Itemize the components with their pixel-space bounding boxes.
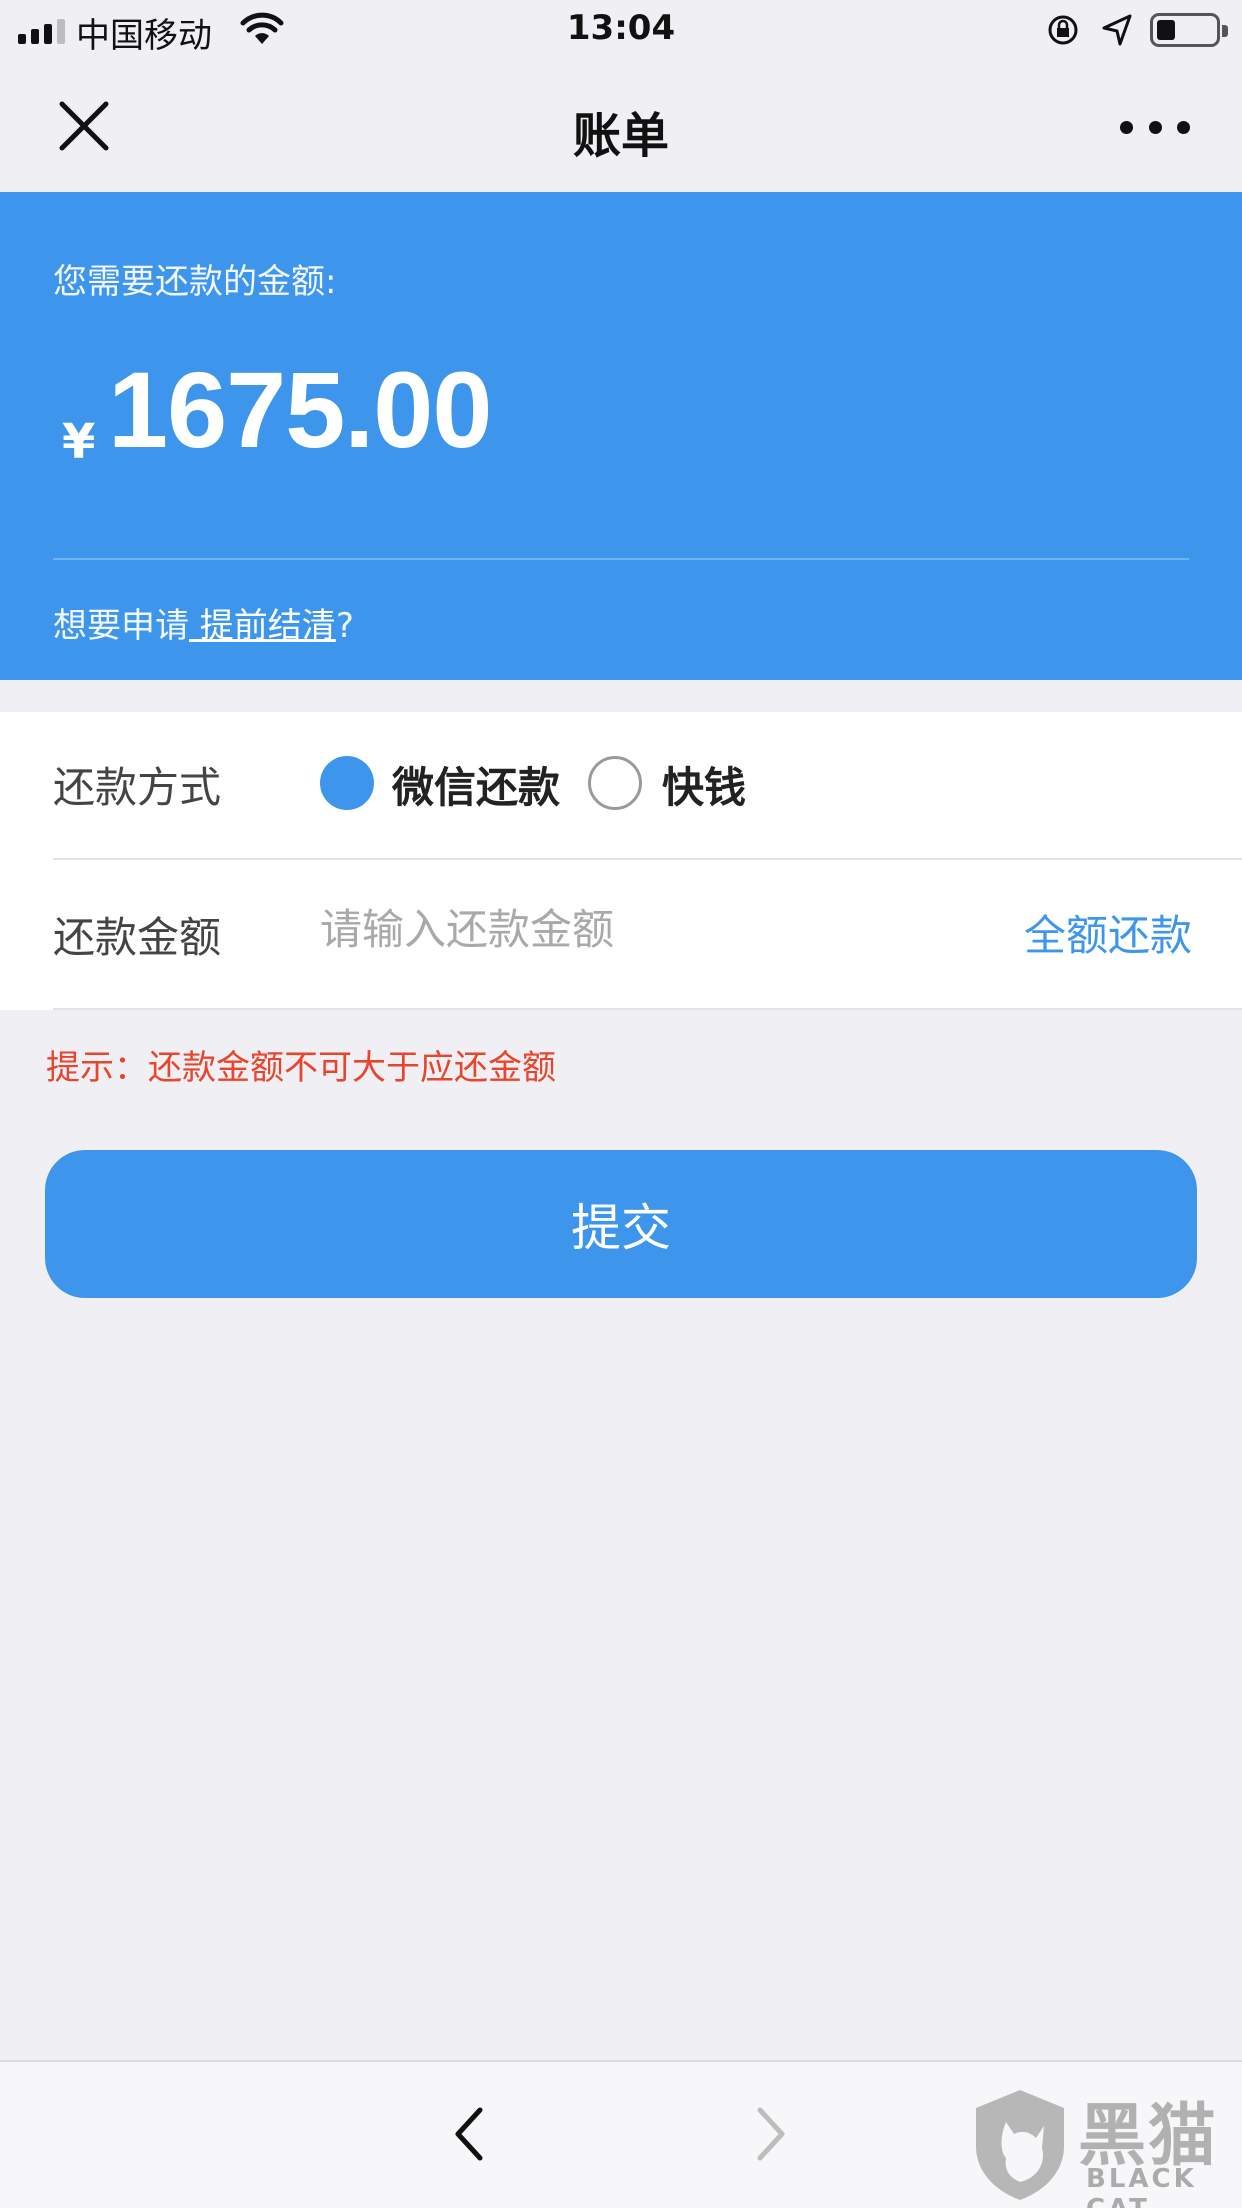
early-settlement-link[interactable]: 提前结清: [189, 606, 336, 646]
page-title: 账单: [572, 108, 669, 164]
chevron-left-icon[interactable]: [450, 2104, 490, 2164]
watermark-subtitle: BLACK CAT: [1086, 2164, 1197, 2208]
amount-due-label: 您需要还款的金额:: [53, 262, 337, 302]
location-arrow-icon: [1102, 14, 1132, 46]
chevron-right-icon[interactable]: [750, 2104, 790, 2164]
submit-button[interactable]: 提交: [45, 1150, 1197, 1298]
amount-due-panel: 您需要还款的金额: ¥ 1675.00 想要申请 提前结清?: [0, 192, 1242, 680]
nav-bar: 账单: [0, 64, 1242, 192]
radio-wechat-pay[interactable]: [320, 756, 374, 810]
black-cat-watermark: 黑猫 BLACK CAT: [970, 2086, 1232, 2208]
battery-icon: [1150, 13, 1228, 47]
repayment-form: 还款方式 微信还款 快钱 还款金额 全额还款: [0, 712, 1242, 1010]
rotation-lock-icon: [1048, 15, 1078, 45]
black-cat-logo-icon: [976, 2090, 1064, 2200]
radio-wechat-pay-label[interactable]: 微信还款: [392, 754, 560, 815]
repayment-amount-input[interactable]: [320, 894, 980, 964]
hint-text: 提示：还款金额不可大于应还金额: [46, 1048, 556, 1088]
browser-toolbar: 黑猫 BLACK CAT: [0, 2060, 1242, 2208]
early-settlement-prefix: 想要申请: [53, 606, 189, 646]
repayment-method-label: 还款方式: [53, 763, 222, 812]
radio-kuaiqian[interactable]: [588, 756, 642, 810]
more-icon[interactable]: [1120, 114, 1190, 140]
full-repayment-button[interactable]: 全额还款: [1024, 902, 1192, 963]
repayment-amount-label: 还款金额: [53, 913, 222, 962]
radio-kuaiqian-label[interactable]: 快钱: [662, 754, 746, 815]
divider: [53, 1008, 1242, 1010]
currency-symbol: ¥: [62, 414, 96, 470]
status-bar: 中国移动 13:04: [0, 0, 1242, 64]
divider: [53, 858, 1242, 860]
divider: [53, 558, 1189, 560]
early-settlement-suffix: ?: [335, 606, 354, 646]
amount-due-value: 1675.00: [108, 349, 492, 470]
early-settlement-line: 想要申请 提前结清?: [53, 598, 354, 647]
